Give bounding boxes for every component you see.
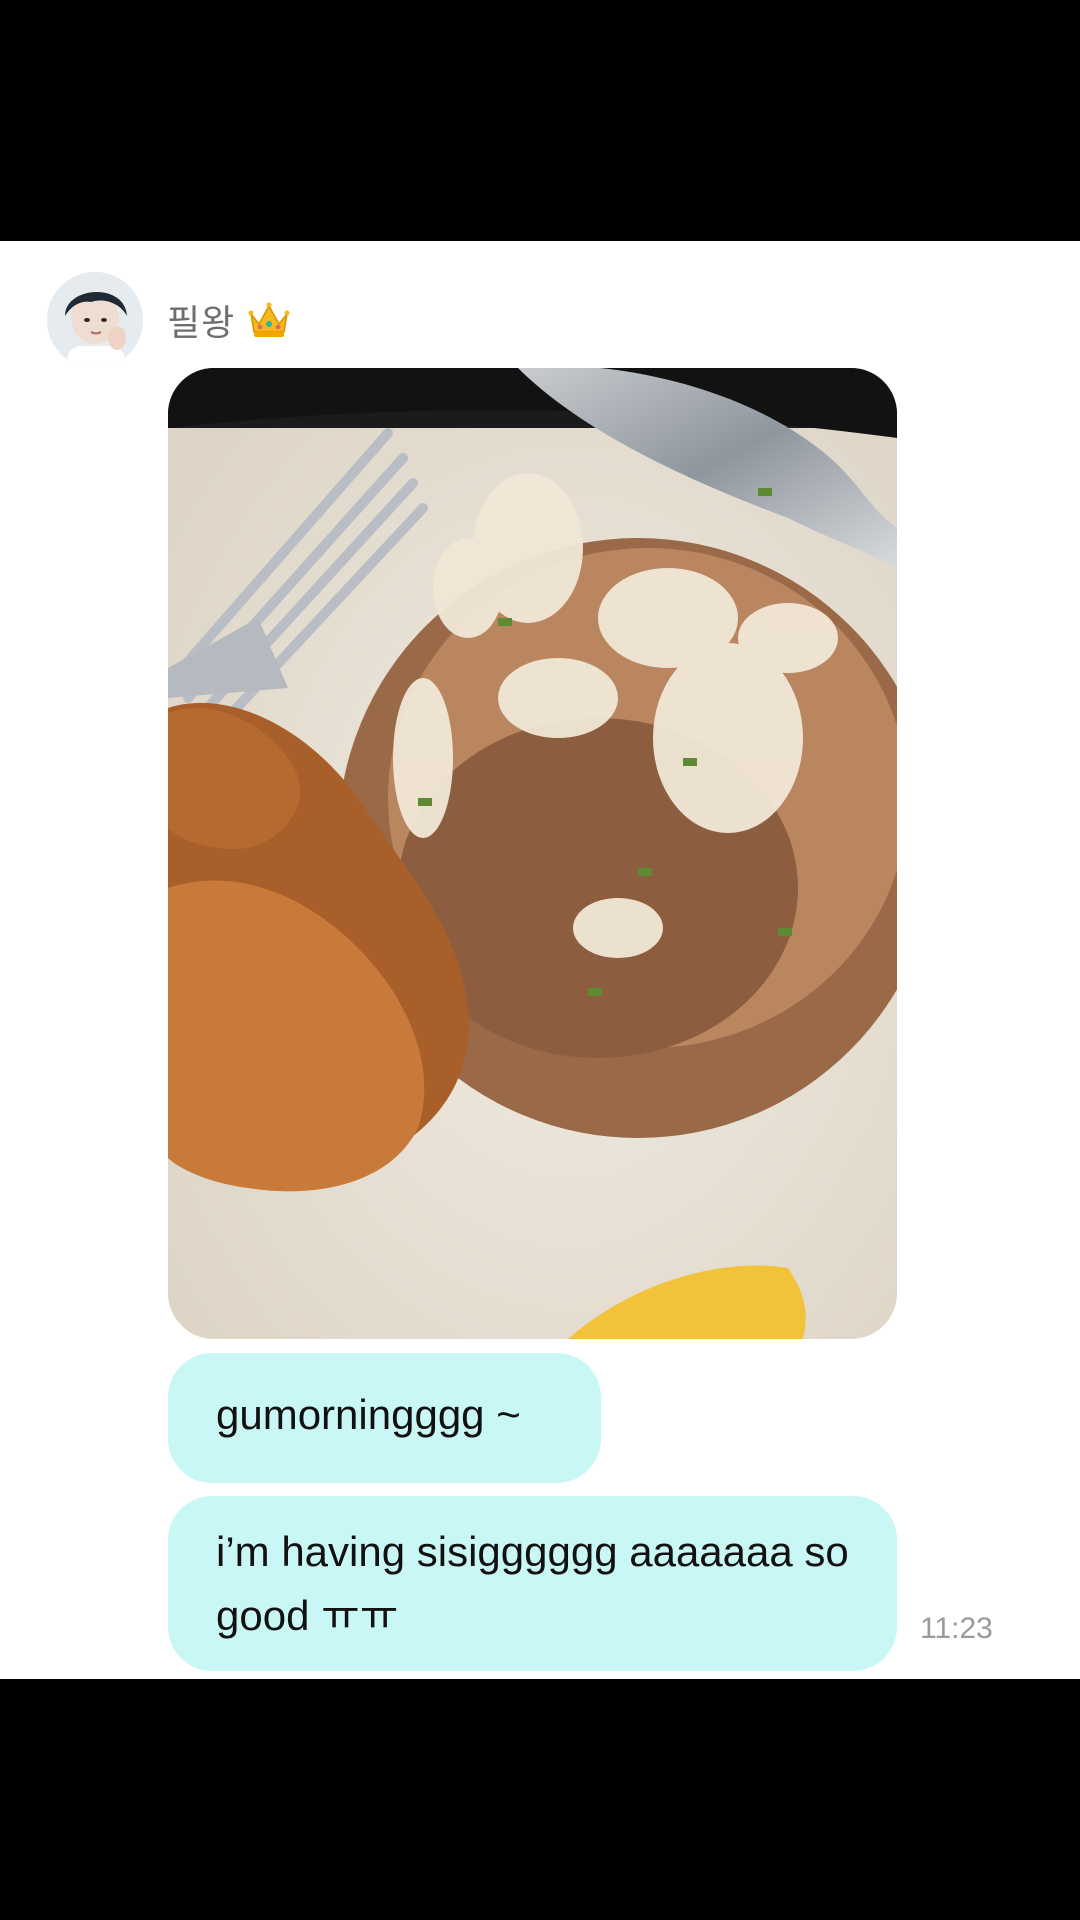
sender-name: 필왕: [167, 302, 236, 343]
sender-header: 필왕: [167, 296, 291, 344]
message-bubble[interactable]: gumorningggg ~: [168, 1353, 601, 1483]
message-text: i’m having sisigggggg aaaaaaa so good ㅠㅠ: [216, 1528, 849, 1639]
crown-icon: [247, 300, 291, 340]
message-bubble[interactable]: i’m having sisigggggg aaaaaaa so good ㅠㅠ: [168, 1496, 897, 1671]
food-photo-image: [168, 368, 897, 1339]
message-timestamp: 11:23: [920, 1612, 993, 1645]
avatar-photo: [47, 272, 143, 368]
sender-avatar[interactable]: [47, 272, 143, 368]
message-text: gumorningggg ~: [216, 1391, 521, 1438]
top-system-bar: [0, 0, 1080, 241]
food-photo[interactable]: [168, 368, 897, 1339]
bottom-system-bar: [0, 1679, 1080, 1920]
